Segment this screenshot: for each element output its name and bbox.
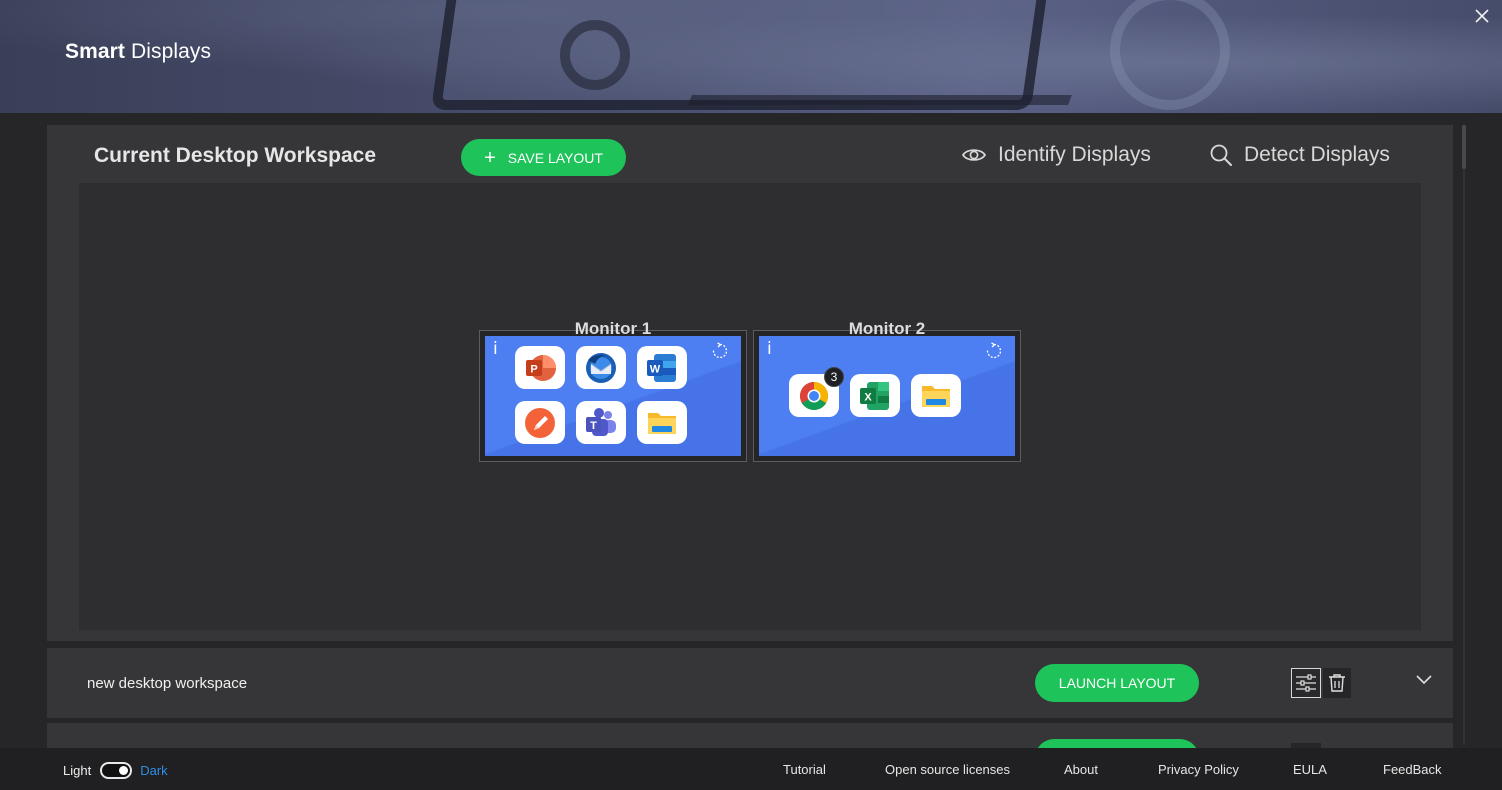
svg-text:P: P bbox=[530, 363, 537, 375]
open-source-licenses-link[interactable]: Open source licenses bbox=[885, 762, 1010, 777]
thunderbird-icon bbox=[576, 346, 626, 389]
svg-text:T: T bbox=[590, 420, 597, 432]
saved-layout-row[interactable]: new desktop workspace LAUNCH LAYOUT bbox=[47, 648, 1453, 718]
eula-link[interactable]: EULA bbox=[1293, 762, 1327, 777]
header-banner: Smart Displays bbox=[0, 0, 1502, 113]
scrollbar-track[interactable] bbox=[1463, 169, 1465, 745]
svg-text:W: W bbox=[650, 363, 661, 375]
excel-icon: X bbox=[850, 374, 900, 417]
banner-decoration bbox=[560, 20, 630, 90]
monitor-1-screen: i P W T bbox=[485, 336, 741, 456]
expand-layout-button[interactable] bbox=[1415, 672, 1433, 690]
chevron-down-icon bbox=[1416, 675, 1432, 685]
layout-name: new desktop workspace bbox=[87, 675, 248, 692]
plus-icon: + bbox=[484, 146, 496, 169]
tutorial-link[interactable]: Tutorial bbox=[783, 762, 826, 777]
identify-displays-button[interactable]: Identify Displays bbox=[962, 143, 1151, 167]
launch-layout-button[interactable]: LAUNCH LAYOUT bbox=[1035, 664, 1199, 702]
info-icon[interactable]: i bbox=[493, 339, 498, 359]
banner-decoration bbox=[1110, 0, 1230, 110]
sliders-icon bbox=[1296, 674, 1316, 692]
display-arrangement-canvas: i P W T Monitor 1 i 3 X Monitor 2 bbox=[79, 183, 1421, 630]
chrome-icon: 3 bbox=[789, 367, 844, 417]
delete-layout-button[interactable] bbox=[1323, 668, 1351, 698]
draw-app-icon bbox=[515, 401, 565, 444]
rotate-icon[interactable] bbox=[985, 342, 1003, 360]
search-icon bbox=[1210, 144, 1232, 166]
monitor-2-preview[interactable]: i 3 X bbox=[753, 330, 1021, 462]
detect-displays-label: Detect Displays bbox=[1244, 143, 1390, 166]
feedback-link[interactable]: FeedBack bbox=[1383, 762, 1442, 777]
close-icon bbox=[1475, 9, 1489, 23]
monitor-1-preview[interactable]: i P W T bbox=[479, 330, 747, 462]
vertical-scrollbar[interactable] bbox=[1462, 125, 1466, 745]
toggle-knob bbox=[119, 766, 129, 775]
dark-theme-label: Dark bbox=[140, 763, 168, 778]
privacy-policy-link[interactable]: Privacy Policy bbox=[1158, 762, 1239, 777]
close-button[interactable] bbox=[1472, 6, 1492, 26]
scrollbar-thumb[interactable] bbox=[1462, 125, 1466, 169]
banner-decoration bbox=[430, 0, 1050, 110]
layout-settings-button[interactable] bbox=[1291, 668, 1321, 698]
word-icon: W bbox=[637, 346, 687, 389]
footer-bar: Light Dark Tutorial Open source licenses… bbox=[0, 748, 1502, 790]
app-title: Smart Displays bbox=[65, 40, 212, 63]
monitor-2-label: Monitor 2 bbox=[848, 319, 926, 338]
monitor-1-label: Monitor 1 bbox=[574, 319, 652, 338]
info-icon[interactable]: i bbox=[767, 339, 772, 359]
eye-icon bbox=[962, 149, 986, 161]
file-explorer-icon bbox=[637, 401, 687, 444]
theme-toggle[interactable] bbox=[100, 762, 133, 779]
file-explorer-icon bbox=[911, 374, 961, 417]
svg-text:X: X bbox=[864, 391, 872, 403]
detect-displays-button[interactable]: Detect Displays bbox=[1210, 143, 1390, 167]
about-link[interactable]: About bbox=[1064, 762, 1098, 777]
banner-decoration bbox=[688, 95, 1072, 105]
light-theme-label: Light bbox=[63, 763, 92, 778]
current-workspace-card: Current Desktop Workspace + SAVE LAYOUT … bbox=[47, 125, 1453, 641]
window-count-badge: 3 bbox=[824, 367, 844, 387]
trash-icon bbox=[1329, 674, 1345, 692]
save-layout-button[interactable]: + SAVE LAYOUT bbox=[461, 139, 626, 176]
save-layout-label: SAVE LAYOUT bbox=[507, 149, 603, 166]
identify-displays-label: Identify Displays bbox=[998, 143, 1151, 166]
workspace-title: Current Desktop Workspace bbox=[94, 144, 377, 167]
rotate-icon[interactable] bbox=[711, 342, 729, 360]
theme-switcher: Light Dark bbox=[63, 762, 168, 779]
monitor-2-screen: i 3 X bbox=[759, 336, 1015, 456]
powerpoint-icon: P bbox=[515, 346, 565, 389]
teams-icon: T bbox=[576, 401, 626, 444]
